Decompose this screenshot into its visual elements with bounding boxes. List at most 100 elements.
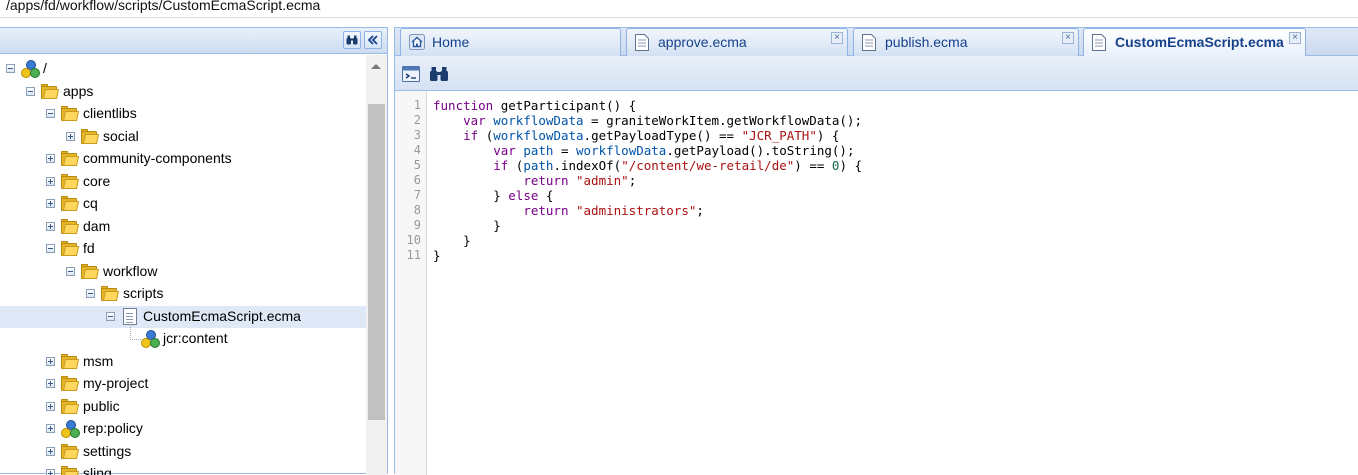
collapse-minus-icon[interactable] — [46, 244, 55, 253]
tree-node[interactable]: my-project — [0, 373, 366, 395]
code-line[interactable]: var path = workflowData.getPayload().toS… — [433, 143, 854, 158]
folder-icon — [61, 106, 80, 121]
collapse-minus-icon[interactable] — [106, 311, 115, 321]
tree-node[interactable]: settings — [0, 441, 366, 463]
line-number: 8 — [413, 203, 421, 217]
code-line[interactable]: } else { — [433, 188, 553, 203]
find-binoculars-button[interactable] — [429, 65, 449, 83]
collapse-minus-icon[interactable] — [86, 289, 95, 298]
line-number: 6 — [413, 173, 421, 187]
tab-label: publish.ecma — [885, 34, 968, 50]
current-path-text: /apps/fd/workflow/scripts/CustomEcmaScri… — [6, 0, 321, 13]
line-number: 2 — [413, 113, 421, 127]
tree-node-label: CustomEcmaScript.ecma — [143, 307, 301, 324]
close-tab-icon[interactable]: × — [1289, 32, 1301, 44]
line-number: 1 — [413, 98, 421, 112]
tree-node-label: apps — [63, 82, 94, 99]
code-line[interactable]: var workflowData = graniteWorkItem.getWo… — [433, 113, 862, 128]
folder-icon — [61, 376, 80, 391]
tree-node[interactable]: msm — [0, 351, 366, 373]
search-binoculars-button[interactable] — [343, 31, 361, 49]
tree-node-label: workflow — [103, 262, 158, 279]
line-number: 7 — [413, 188, 421, 202]
expand-plus-icon[interactable] — [46, 154, 55, 163]
tree-node[interactable]: workflow — [0, 261, 366, 283]
folder-icon — [61, 241, 80, 256]
code-line[interactable]: return "admin"; — [433, 173, 636, 188]
collapse-minus-icon[interactable] — [6, 64, 15, 73]
format-code-icon — [402, 66, 420, 82]
expand-plus-icon[interactable] — [46, 356, 55, 366]
folder-icon — [61, 443, 80, 459]
collapse-minus-icon[interactable] — [46, 109, 55, 118]
code-line[interactable]: if (workflowData.getPayloadType() == "JC… — [433, 128, 839, 143]
tree-node-label: community-components — [83, 150, 232, 166]
tree-node[interactable]: community-components — [0, 148, 366, 170]
expand-plus-icon[interactable] — [46, 199, 55, 208]
collapse-panel-button[interactable] — [364, 31, 382, 49]
document-icon — [1092, 34, 1106, 54]
tree-node-label: social — [103, 127, 139, 144]
line-number: 9 — [413, 218, 421, 232]
node-icon — [141, 330, 160, 348]
tab-approve-ecma[interactable]: approve.ecma × — [626, 28, 848, 56]
expand-plus-icon[interactable] — [46, 401, 55, 411]
folder-icon — [61, 398, 80, 414]
scroll-up-arrow-icon[interactable] — [371, 64, 381, 69]
expand-plus-icon[interactable] — [46, 379, 55, 388]
tab-custom-ecma-script[interactable]: CustomEcmaScript.ecma × — [1083, 28, 1306, 57]
tree-node[interactable]: / — [0, 58, 366, 80]
tree-node-label: scripts — [123, 285, 164, 301]
code-line[interactable]: } — [433, 218, 501, 233]
tree-node[interactable]: CustomEcmaScript.ecma — [0, 305, 366, 328]
code-line[interactable]: } — [433, 233, 471, 248]
code-line[interactable]: if (path.indexOf("/content/we-retail/de"… — [433, 158, 862, 173]
tree-node[interactable]: social — [0, 126, 366, 148]
line-number: 11 — [406, 248, 421, 262]
format-code-button[interactable] — [401, 65, 421, 83]
expand-plus-icon[interactable] — [46, 446, 55, 456]
tree-node[interactable]: scripts — [0, 283, 366, 305]
tree-node[interactable]: apps — [0, 81, 366, 103]
editor-toolbar — [395, 56, 1358, 91]
folder-icon — [61, 173, 80, 189]
tree-node[interactable]: clientlibs — [0, 103, 366, 125]
code-line[interactable]: } — [433, 248, 441, 263]
scrollbar-thumb[interactable] — [368, 104, 385, 420]
close-tab-icon[interactable]: × — [1062, 32, 1074, 44]
close-tab-icon[interactable]: × — [831, 32, 843, 44]
expand-plus-icon[interactable] — [46, 469, 55, 475]
tree-scrollbar[interactable] — [366, 55, 387, 475]
binoculars-icon — [430, 67, 448, 81]
tree-node[interactable]: cq — [0, 193, 366, 215]
tree-node[interactable]: dam — [0, 216, 366, 238]
line-number: 5 — [413, 158, 421, 172]
tree-connector — [130, 324, 141, 340]
expand-plus-icon[interactable] — [46, 221, 55, 231]
node-icon — [61, 420, 80, 438]
code-line[interactable]: function getParticipant() { — [433, 98, 636, 113]
code-line[interactable]: return "administrators"; — [433, 203, 704, 218]
tree-node[interactable]: rep:policy — [0, 418, 366, 440]
folder-icon — [41, 83, 60, 99]
file-icon — [123, 307, 137, 325]
expand-plus-icon[interactable] — [46, 424, 55, 433]
collapse-minus-icon[interactable] — [26, 86, 35, 96]
tree-node[interactable]: core — [0, 171, 366, 193]
tab-label: Home — [432, 34, 470, 50]
tab-publish-ecma[interactable]: publish.ecma × — [853, 28, 1079, 56]
folder-icon — [61, 151, 80, 166]
tree-node[interactable]: sling — [0, 463, 366, 475]
tree-node[interactable]: public — [0, 396, 366, 418]
collapse-minus-icon[interactable] — [66, 266, 75, 276]
code-editor[interactable]: 1 2 3 4 5 6 7 8 9 10 11 function getParticipant() … — [395, 91, 1358, 475]
tab-label: approve.ecma — [658, 34, 747, 50]
tree-node[interactable]: jcr:content — [0, 324, 366, 350]
tab-home[interactable]: Home — [400, 28, 621, 56]
tree-node[interactable]: fd — [0, 238, 366, 260]
folder-icon — [101, 286, 120, 301]
binoculars-icon — [346, 35, 358, 45]
expand-plus-icon[interactable] — [46, 176, 55, 186]
tree-panel-header — [0, 28, 387, 54]
expand-plus-icon[interactable] — [66, 131, 75, 141]
